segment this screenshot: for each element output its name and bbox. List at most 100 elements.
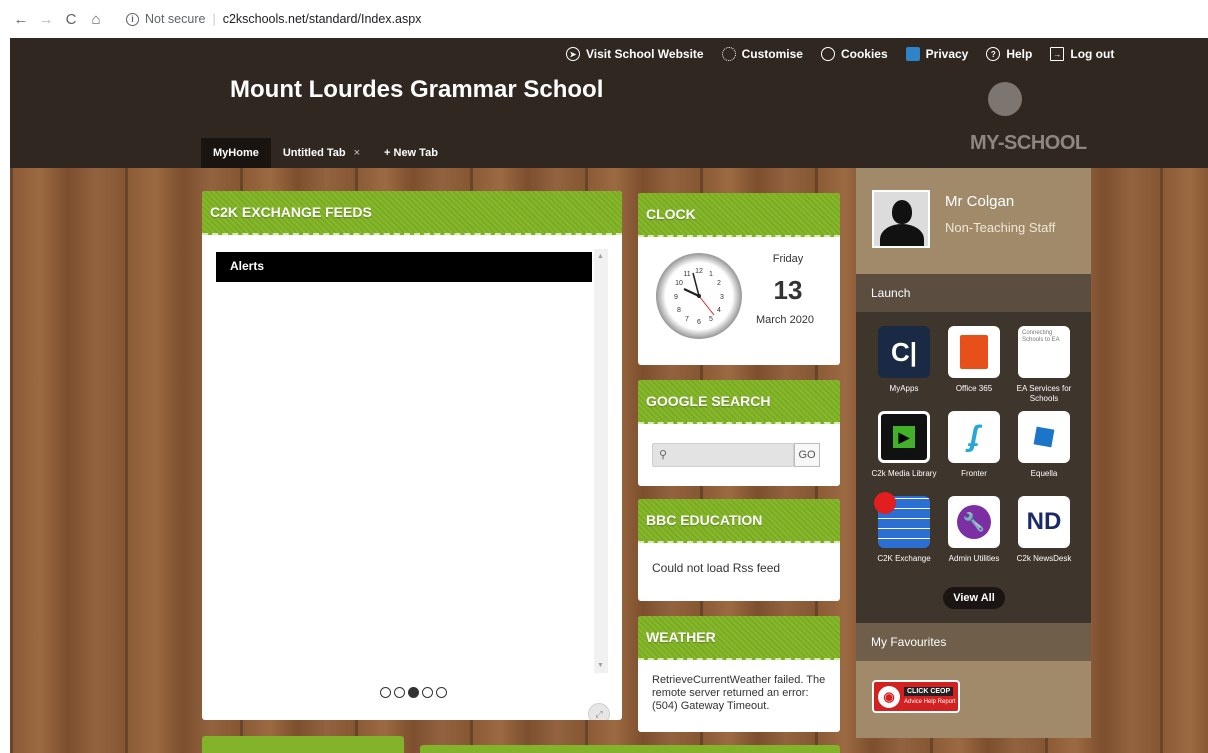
forward-button[interactable]: →: [35, 8, 57, 30]
scroll-down-icon[interactable]: ▼: [597, 662, 604, 669]
privacy-people-icon: [905, 47, 920, 61]
play-icon: ▶: [893, 426, 915, 448]
c2k-exchange-feeds-widget: C2K EXCHANGE FEEDS Alerts ▲ ▼ ⤢: [202, 191, 622, 720]
browser-toolbar: ← → C ⌂ i Not secure | c2kschools.net/st…: [0, 0, 1208, 38]
exchange-dot: [874, 492, 896, 514]
newsdesk-icon: ND: [1018, 496, 1070, 548]
svg-text:10: 10: [675, 280, 683, 287]
launch-heading: Launch: [856, 274, 1091, 312]
help-link[interactable]: ? Help: [986, 47, 1032, 61]
address-bar[interactable]: i Not secure | c2kschools.net/standard/I…: [126, 12, 421, 26]
app-c2k-exchange[interactable]: C2K Exchange: [869, 492, 939, 564]
logout-icon: →: [1050, 47, 1065, 61]
pager-dot[interactable]: [422, 687, 433, 698]
svg-text:9: 9: [674, 294, 678, 301]
date-number: 13: [773, 275, 803, 305]
scrollbar[interactable]: ▲ ▼: [594, 249, 608, 673]
app-label: EA Services for Schools: [1016, 384, 1072, 403]
ceop-title: CLICK CEOP: [904, 687, 954, 696]
widget-title: WEATHER: [646, 629, 716, 645]
info-icon[interactable]: i: [126, 12, 139, 26]
url-text[interactable]: c2kschools.net/standard/Index.aspx: [223, 12, 422, 26]
cookie-icon: [820, 47, 835, 61]
logo-head-icon: [988, 82, 1022, 116]
app-office-365[interactable]: Office 365: [939, 326, 1009, 394]
weather-error-message: RetrieveCurrentWeather failed. The remot…: [652, 674, 826, 712]
widget-title: BBC EDUCATION: [646, 512, 763, 528]
pager-dot[interactable]: [436, 687, 447, 698]
close-icon[interactable]: ×: [354, 147, 360, 159]
pager-dot-active[interactable]: [408, 687, 419, 698]
alerts-bar[interactable]: Alerts: [216, 252, 592, 282]
widget-header[interactable]: C2K EXCHANGE FEEDS: [202, 191, 622, 235]
tab-myhome[interactable]: MyHome: [201, 138, 271, 168]
page-tabs: MyHome Untitled Tab × + New Tab: [201, 138, 450, 168]
go-button[interactable]: GO: [794, 443, 820, 467]
ea-services-icon: Connecting Schools to EA: [1018, 326, 1070, 378]
app-myapps[interactable]: C| MyApps: [869, 326, 939, 394]
cursor-circle-icon: ➤: [566, 47, 580, 61]
svg-text:5: 5: [709, 316, 713, 323]
svg-text:11: 11: [683, 271, 690, 278]
my-school-logo[interactable]: MY-SCHOOL: [970, 82, 1092, 157]
link-label: Privacy: [925, 47, 969, 61]
search-input[interactable]: ⚲: [652, 443, 794, 467]
c2k-exchange-icon: [874, 492, 930, 548]
top-links: ➤ Visit School Website Customise Cookies …: [566, 47, 1114, 61]
view-all-button[interactable]: View All: [943, 587, 1005, 609]
home-button[interactable]: ⌂: [85, 8, 107, 30]
expand-icon[interactable]: ⤢: [588, 703, 610, 720]
svg-text:2: 2: [717, 280, 721, 287]
link-label: Help: [1006, 47, 1033, 61]
app-ea-services[interactable]: Connecting Schools to EA EA Services for…: [1009, 326, 1079, 404]
app-label: Office 365: [955, 384, 993, 393]
partial-widget-header[interactable]: [202, 736, 404, 753]
office-glyph: [960, 335, 988, 369]
month-year: March 2020: [755, 314, 815, 326]
app-label: Fronter: [961, 469, 987, 478]
visit-school-website-link[interactable]: ➤ Visit School Website: [566, 47, 704, 61]
app-newsdesk[interactable]: ND C2k NewsDesk: [1009, 496, 1079, 564]
wrench-icon: 🔧: [957, 505, 991, 539]
svg-text:3: 3: [720, 294, 724, 301]
widget-header[interactable]: WEATHER: [638, 616, 840, 660]
logout-link[interactable]: → Log out: [1050, 47, 1114, 61]
svg-text:1: 1: [709, 271, 713, 278]
app-admin-utilities[interactable]: 🔧 Admin Utilities: [939, 496, 1009, 564]
tab-untitled[interactable]: Untitled Tab ×: [271, 138, 372, 168]
widget-header[interactable]: BBC EDUCATION: [638, 499, 840, 543]
new-tab-button[interactable]: + New Tab: [372, 138, 450, 168]
pager-dot[interactable]: [394, 687, 405, 698]
cookies-link[interactable]: Cookies: [820, 47, 888, 61]
ceop-subtitle: Advice Help Report: [904, 699, 956, 705]
app-label: Admin Utilities: [948, 554, 1000, 563]
avatar[interactable]: [872, 190, 930, 248]
customise-link[interactable]: Customise: [721, 47, 803, 61]
favourites-heading: My Favourites: [856, 623, 1091, 661]
click-ceop-button[interactable]: ◉ CLICK CEOP Advice Help Report: [872, 680, 960, 713]
partial-widget-header[interactable]: [420, 745, 840, 753]
widget-header[interactable]: CLOCK: [638, 193, 840, 237]
privacy-link[interactable]: Privacy: [905, 47, 969, 61]
analog-clock-icon: 12 1 2 3 45 6 7 8 9 10 11: [656, 253, 742, 339]
bbc-education-widget: BBC EDUCATION Could not load Rss feed: [638, 499, 840, 601]
link-label: Visit School Website: [586, 47, 704, 61]
app-media-library[interactable]: ▶ C2k Media Library: [869, 411, 939, 479]
equella-icon: [1018, 411, 1070, 463]
app-equella[interactable]: Equella: [1009, 411, 1079, 479]
search-icon: ⚲: [659, 449, 668, 461]
app-fronter[interactable]: ʄ Fronter: [939, 411, 1009, 479]
app-label: Equella: [1030, 469, 1058, 478]
pager-dot[interactable]: [380, 687, 391, 698]
reload-button[interactable]: C: [60, 8, 82, 30]
back-button[interactable]: ←: [10, 8, 32, 30]
widget-header[interactable]: GOOGLE SEARCH: [638, 380, 840, 424]
user-sidebar: Mr Colgan Non-Teaching Staff Launch C| M…: [856, 168, 1091, 738]
site-header: ➤ Visit School Website Customise Cookies …: [10, 38, 1208, 168]
tab-label: MyHome: [213, 147, 259, 159]
scroll-up-icon[interactable]: ▲: [597, 253, 604, 260]
favourites-area: ◉ CLICK CEOP Advice Help Report: [856, 661, 1091, 738]
svg-text:8: 8: [677, 307, 681, 314]
tab-label: Untitled Tab: [282, 147, 346, 159]
myapps-icon: C|: [878, 326, 930, 378]
